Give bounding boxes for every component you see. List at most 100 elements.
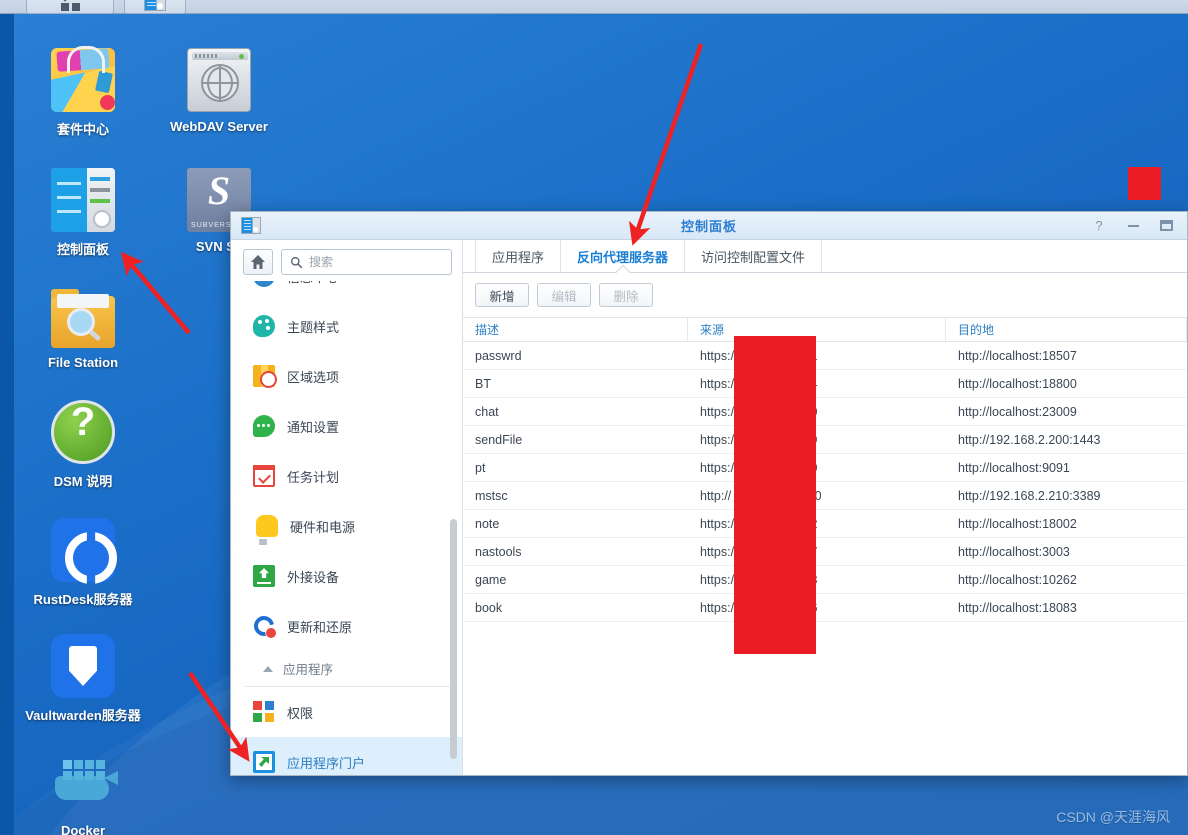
dsm-help-icon xyxy=(51,400,115,464)
update-restore-icon xyxy=(253,615,276,638)
table-row[interactable]: BT https:/ 8004 http://localhost:18800 xyxy=(463,370,1187,398)
sidebar-nav: 信息中心 主题样式 区域选项 通知设置 xyxy=(231,281,462,775)
table-row[interactable]: game https:/ 8003 http://localhost:10262 xyxy=(463,566,1187,594)
home-icon xyxy=(251,255,265,269)
table-row[interactable]: chat https:/ 8010 http://localhost:23009 xyxy=(463,398,1187,426)
column-header-destination[interactable]: 目的地 xyxy=(946,318,1187,341)
cell-destination: http://localhost:18002 xyxy=(958,516,1077,531)
minimize-button[interactable] xyxy=(1126,219,1140,233)
table-row[interactable]: note https:/ 8002 http://localhost:18002 xyxy=(463,510,1187,538)
table-body: passwrd https:/ 8001 http://localhost:1850… xyxy=(463,342,1187,775)
search-input[interactable] xyxy=(309,255,443,269)
window-buttons: ? xyxy=(1092,219,1187,233)
cell-source: https:/ 8006 xyxy=(700,600,817,615)
taskbar-item-control-panel[interactable] xyxy=(124,0,186,14)
cell-source: https:/ 8999 xyxy=(700,432,817,447)
cell-destination: http://localhost:18083 xyxy=(958,600,1077,615)
cell-description: BT xyxy=(475,376,491,391)
task-scheduler-icon xyxy=(253,465,275,487)
cell-description: book xyxy=(475,600,503,615)
main-content: 应用程序 反向代理服务器 访问控制配置文件 新增 编辑 删除 描述 来源 目的地 xyxy=(463,240,1187,775)
sidebar-item-label: 更新和还原 xyxy=(287,619,353,635)
sidebar-item-application-portal[interactable]: 应用程序门户 xyxy=(231,737,462,775)
taskbar-item-apps[interactable] xyxy=(26,0,114,14)
desktop-icon-label: RustDesk服务器 xyxy=(33,592,133,607)
desktop-icon-package-center[interactable]: 套件中心 xyxy=(25,46,141,138)
table-row[interactable]: book https:/ 8006 http://localhost:18083 xyxy=(463,594,1187,622)
cell-source: https:/ 8003 xyxy=(700,572,817,587)
cell-description: sendFile xyxy=(475,432,523,447)
sidebar-item-permissions[interactable]: 权限 xyxy=(231,687,462,737)
search-box[interactable] xyxy=(281,249,452,275)
sidebar-item-hardware-power[interactable]: 硬件和电源 xyxy=(231,501,462,551)
cell-description: passwrd xyxy=(475,348,522,363)
sidebar-scrollbar-thumb[interactable] xyxy=(450,519,457,759)
table-toolbar: 新增 编辑 删除 xyxy=(463,273,1187,317)
sidebar-search-row xyxy=(231,240,462,281)
sidebar-item-region[interactable]: 区域选项 xyxy=(231,351,462,401)
table-row[interactable]: mstsc http:// 26800 http://192.168.2.210:3… xyxy=(463,482,1187,510)
desktop-icon-vaultwarden[interactable]: Vaultwarden服务器 xyxy=(25,634,141,724)
sidebar-item-notification[interactable]: 通知设置 xyxy=(231,401,462,451)
sidebar-item-label: 权限 xyxy=(287,705,314,721)
cell-source: https:/ 8001 xyxy=(700,348,817,363)
sidebar-item-label: 硬件和电源 xyxy=(290,519,356,535)
tab-reverse-proxy[interactable]: 反向代理服务器 xyxy=(560,240,684,272)
sidebar-group-label: 应用程序 xyxy=(283,663,334,677)
create-button[interactable]: 新增 xyxy=(475,283,529,307)
home-button[interactable] xyxy=(243,249,273,275)
tab-label: 应用程序 xyxy=(492,249,545,265)
cell-description: nastools xyxy=(475,544,522,559)
vaultwarden-icon xyxy=(51,634,115,698)
desktop-icon-file-station[interactable]: File Station xyxy=(25,289,141,370)
region-icon xyxy=(253,365,277,388)
table-row[interactable]: sendFile https:/ 8999 http://192.168.2.200… xyxy=(463,426,1187,454)
search-icon xyxy=(290,256,303,268)
desktop-icon-control-panel[interactable]: 控制面板 xyxy=(25,168,141,258)
desktop-icon-label: Vaultwarden服务器 xyxy=(25,708,141,723)
redaction-box-source-column xyxy=(734,336,816,654)
table-header: 描述 来源 目的地 xyxy=(463,317,1187,342)
sidebar-item-info-center[interactable]: 信息中心 xyxy=(231,281,462,301)
window-titlebar[interactable]: 控制面板 ? xyxy=(231,212,1187,240)
wallpaper-left-edge xyxy=(0,14,14,835)
file-station-icon xyxy=(51,289,115,348)
desktop-icon-docker[interactable]: Docker xyxy=(25,752,141,835)
sidebar-item-theme[interactable]: 主题样式 xyxy=(231,301,462,351)
column-header-source[interactable]: 来源 xyxy=(688,318,946,341)
delete-button[interactable]: 删除 xyxy=(599,283,653,307)
cell-destination: http://localhost:23009 xyxy=(958,404,1077,419)
reverse-proxy-table: 描述 来源 目的地 passwrd https:/ 8001 http://loca… xyxy=(463,317,1187,775)
sidebar-item-task-scheduler[interactable]: 任务计划 xyxy=(231,451,462,501)
edit-button[interactable]: 编辑 xyxy=(537,283,591,307)
maximize-button[interactable] xyxy=(1160,220,1173,231)
column-header-description[interactable]: 描述 xyxy=(463,318,688,341)
sidebar-item-label: 通知设置 xyxy=(287,419,340,435)
desktop-icon-dsm-help[interactable]: DSM 说明 xyxy=(25,400,141,490)
watermark: CSDN @天涯海风 xyxy=(1056,809,1170,825)
desktop-icon-label: File Station xyxy=(47,355,119,370)
theme-icon xyxy=(253,315,275,337)
sidebar-scrollbar[interactable] xyxy=(450,289,460,767)
chevron-up-icon xyxy=(263,665,273,672)
tab-access-control-profile[interactable]: 访问控制配置文件 xyxy=(684,240,823,272)
application-portal-icon xyxy=(253,751,275,773)
help-button[interactable]: ? xyxy=(1092,219,1106,233)
cell-destination: http://192.168.2.210:3389 xyxy=(958,488,1101,503)
desktop-icon-rustdesk[interactable]: RustDesk服务器 xyxy=(25,518,141,608)
desktop-icon-label: DSM 说明 xyxy=(53,474,113,489)
sidebar-item-update-restore[interactable]: 更新和还原 xyxy=(231,601,462,651)
sidebar-item-external-devices[interactable]: 外接设备 xyxy=(231,551,462,601)
table-row[interactable]: passwrd https:/ 8001 http://localhost:1850… xyxy=(463,342,1187,370)
control-panel-icon xyxy=(51,168,115,232)
cell-destination: http://localhost:18800 xyxy=(958,376,1077,391)
tab-applications[interactable]: 应用程序 xyxy=(475,240,560,272)
desktop-icon-webdav-server[interactable]: WebDAV Server xyxy=(161,48,277,134)
table-row[interactable]: nastools https:/ 8007 http://localhost:300… xyxy=(463,538,1187,566)
grid-icon xyxy=(58,0,80,11)
sidebar-group-applications[interactable]: 应用程序 xyxy=(245,651,452,687)
cell-destination: http://localhost:18507 xyxy=(958,348,1077,363)
table-row[interactable]: pt https:/ 8000 http://localhost:9091 xyxy=(463,454,1187,482)
permissions-icon xyxy=(253,701,275,723)
sidebar: 信息中心 主题样式 区域选项 通知设置 xyxy=(231,240,463,775)
